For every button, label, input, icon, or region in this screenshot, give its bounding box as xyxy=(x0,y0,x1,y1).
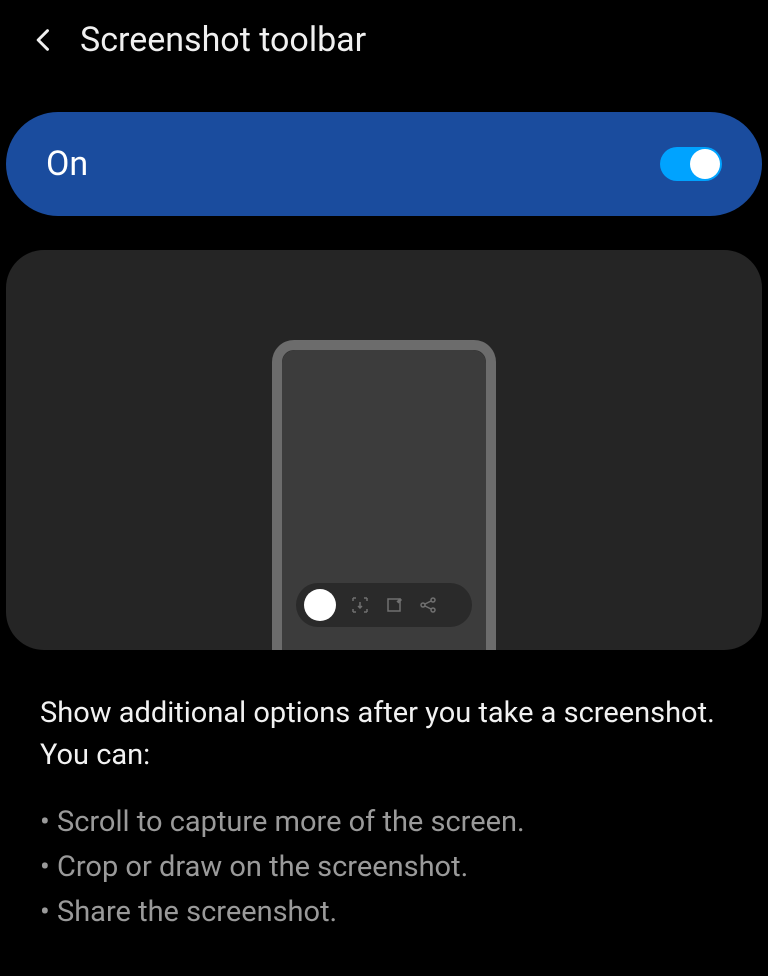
phone-screen-illustration xyxy=(282,350,486,650)
scroll-capture-icon xyxy=(350,595,370,615)
toggle-card[interactable]: On xyxy=(6,112,762,216)
phone-frame-illustration xyxy=(272,340,496,650)
description-bullet: • Crop or draw on the screenshot. xyxy=(40,845,728,890)
page-title: Screenshot toolbar xyxy=(80,20,366,60)
share-icon xyxy=(418,595,438,615)
preview-card xyxy=(6,250,762,650)
description-intro: Show additional options after you take a… xyxy=(40,692,728,776)
toggle-switch[interactable] xyxy=(660,147,722,181)
back-icon[interactable] xyxy=(30,26,58,54)
crop-draw-icon xyxy=(384,595,404,615)
header: Screenshot toolbar xyxy=(0,0,768,80)
thumbnail-icon xyxy=(304,589,336,621)
toggle-knob xyxy=(690,149,720,179)
toggle-label: On xyxy=(46,144,88,184)
mini-toolbar-illustration xyxy=(296,583,472,627)
description: Show additional options after you take a… xyxy=(40,692,728,935)
description-bullet: • Scroll to capture more of the screen. xyxy=(40,800,728,845)
description-bullet: • Share the screenshot. xyxy=(40,890,728,935)
